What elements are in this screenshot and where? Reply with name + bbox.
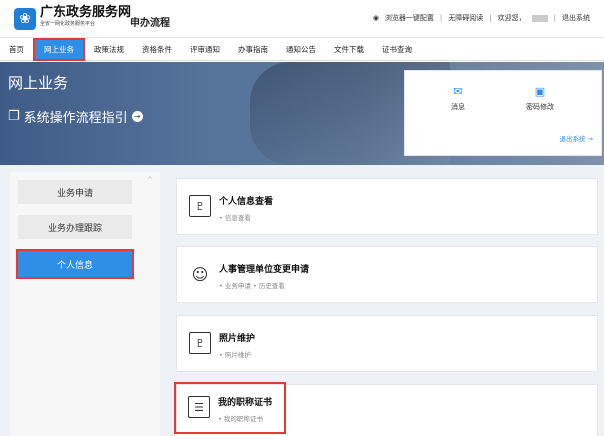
- brand-title: 广东政务服务网: [40, 5, 132, 20]
- site-logo-icon[interactable]: ❀: [14, 8, 36, 30]
- logout-link[interactable]: 退出系统: [562, 13, 590, 23]
- nav-item-online-business[interactable]: 网上业务: [33, 37, 85, 61]
- divider: |: [439, 14, 443, 22]
- message-label: 消息: [451, 103, 465, 111]
- certificate-icon: ☰: [188, 396, 210, 418]
- arrow-right-icon: →: [131, 111, 143, 122]
- divider: |: [489, 14, 492, 22]
- id-card-icon: ♇: [189, 195, 211, 217]
- sidebar: [10, 172, 160, 436]
- nav-item-announcement[interactable]: 通知公告: [277, 38, 325, 61]
- sidebar-item-business-apply[interactable]: 业务申请: [18, 180, 132, 204]
- nav-item-certificate-query[interactable]: 证书查询: [373, 38, 421, 61]
- card-title: 我的职称证书: [218, 398, 273, 408]
- operation-guide-link[interactable]: ❐ 系统操作流程指引 →: [8, 107, 143, 126]
- guide-label: 系统操作流程指引: [23, 111, 128, 126]
- banner-title: 网上业务: [8, 74, 69, 92]
- sidebar-item-tracking[interactable]: 业务办理跟踪: [18, 215, 132, 239]
- main-nav: 首页 网上业务 政策法规 资格条件 评审通知 办事指南 通知公告 文件下载 证书…: [0, 37, 604, 61]
- nav-item-policy[interactable]: 政策法规: [85, 38, 133, 61]
- nav-item-qualification[interactable]: 资格条件: [133, 38, 181, 61]
- brand-subtitle: 全省一网化政务服务平台: [40, 21, 96, 27]
- card-subtitle[interactable]: • 我的职称证书: [218, 413, 263, 423]
- card-unit-change[interactable]: ☺ 人事管理单位变更申请 • 业务申请 • 历史查看: [176, 246, 598, 303]
- photo-icon: ♇: [189, 332, 211, 354]
- nav-item-guide[interactable]: 办事指南: [229, 38, 277, 61]
- card-personal-info-view[interactable]: ♇ 个人信息查看 • 信息查看: [176, 178, 598, 235]
- guide-icon: ❐: [8, 109, 20, 124]
- envelope-icon: ✉: [453, 85, 463, 98]
- quick-logout-link[interactable]: 退出系统 →: [559, 133, 593, 143]
- nav-item-review-notice[interactable]: 评审通知: [181, 38, 229, 61]
- nav-item-download[interactable]: 文件下载: [325, 38, 373, 61]
- card-subtitle[interactable]: • 业务申请 • 历史查看: [219, 280, 285, 290]
- sidebar-scroll-caret[interactable]: ^: [147, 176, 153, 184]
- utility-links: ◉ 浏览器一键配置 | 无障碍阅读 | 欢迎您， | 退出系统: [373, 13, 590, 23]
- welcome-text: 欢迎您，: [497, 14, 526, 22]
- card-subtitle[interactable]: • 信息查看: [219, 212, 251, 222]
- brand[interactable]: 广东政务服务网 全省一网化政务服务平台: [40, 6, 131, 28]
- message-button[interactable]: ✉ 消息: [433, 85, 483, 112]
- globe-icon: ◉: [372, 14, 379, 22]
- sidebar-item-personal-info[interactable]: 个人信息: [16, 249, 134, 279]
- password-change-button[interactable]: ▣ 密码修改: [515, 85, 565, 112]
- key-icon: ▣: [534, 85, 546, 98]
- card-photo-maintenance[interactable]: ♇ 照片维护 • 照片维护: [176, 315, 598, 372]
- divider: |: [553, 14, 556, 22]
- nav-item-home[interactable]: 首页: [0, 38, 33, 61]
- accessible-reading-link[interactable]: 无障碍阅读: [448, 13, 483, 23]
- users-icon: ☺: [191, 264, 209, 284]
- app-name: 申办流程: [130, 18, 170, 29]
- browser-config-link[interactable]: 浏览器一键配置: [385, 13, 434, 23]
- quick-panel: ✉ 消息 ▣ 密码修改 退出系统 →: [404, 70, 602, 156]
- top-bar: ❀ 广东政务服务网 全省一网化政务服务平台 申办流程 ◉ 浏览器一键配置 | 无…: [0, 0, 604, 38]
- card-title: 人事管理单位变更申请: [219, 265, 310, 275]
- card-title: 个人信息查看: [219, 197, 274, 207]
- password-label: 密码修改: [526, 103, 554, 111]
- username-masked: [531, 14, 548, 22]
- card-title: 照片维护: [219, 334, 256, 344]
- card-subtitle[interactable]: • 照片维护: [219, 349, 251, 359]
